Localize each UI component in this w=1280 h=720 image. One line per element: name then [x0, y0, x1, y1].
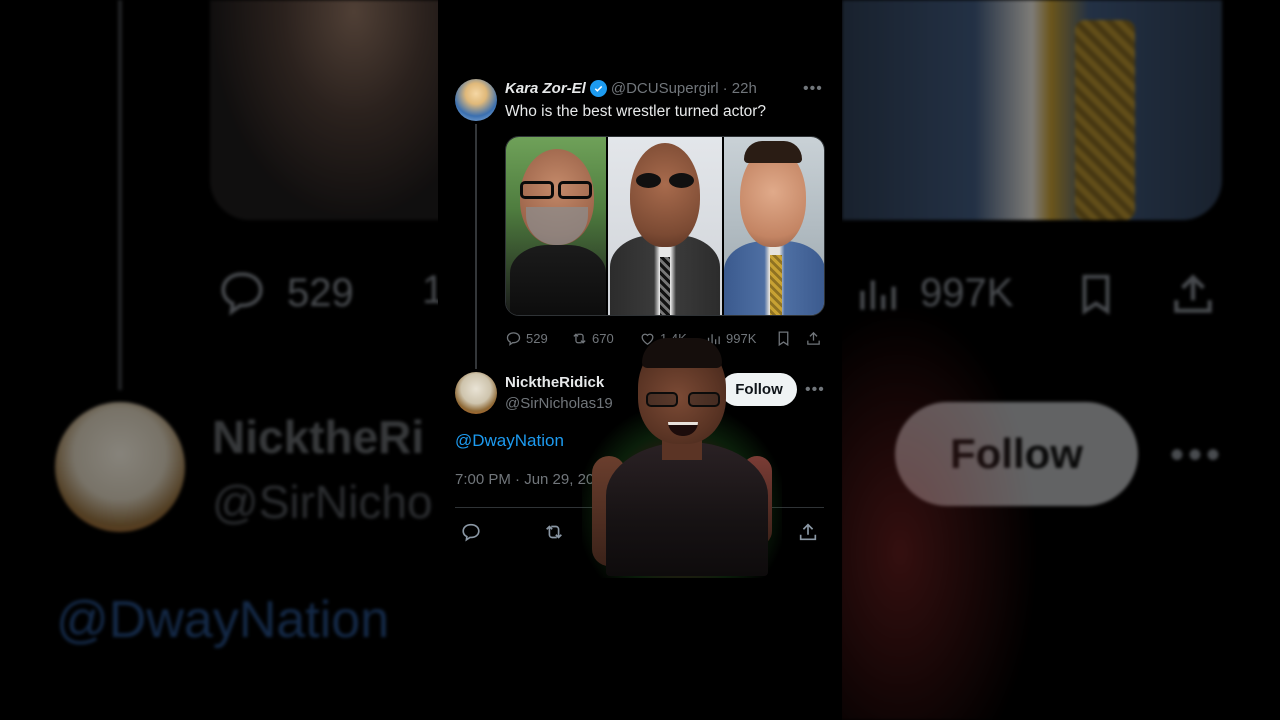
reply-mention-link[interactable]: @DwayNation [455, 431, 564, 451]
reply-author-avatar[interactable] [455, 372, 497, 414]
tweet-header: Kara Zor-El @DCUSupergirl · 22h [505, 80, 757, 97]
verified-badge-icon [589, 80, 607, 97]
tweet-text: Who is the best wrestler turned actor? [505, 103, 767, 120]
share-icon [807, 331, 820, 345]
reply-more-icon[interactable]: ••• [805, 381, 825, 399]
author-name[interactable]: Kara Zor-El [505, 80, 586, 97]
reactor-overlay [582, 338, 782, 578]
reply-action[interactable]: 529 [505, 330, 548, 347]
reply-author-name[interactable]: NicktheRidick [505, 374, 604, 391]
author-handle[interactable]: @DCUSupergirl [611, 80, 719, 97]
share-action[interactable] [805, 330, 822, 347]
reply-icon [506, 332, 521, 346]
glasses-icon [646, 392, 720, 408]
reply-icon[interactable] [460, 521, 482, 548]
repost-icon[interactable] [543, 521, 565, 548]
repost-icon [573, 333, 586, 344]
bookmark-action[interactable] [775, 330, 792, 347]
share-icon[interactable] [797, 521, 819, 548]
reply-count: 529 [526, 331, 548, 346]
reply-timestamp[interactable]: 7:00 PM · Jun 29, 20 [455, 471, 594, 488]
bookmark-icon [778, 331, 789, 347]
photo-wrestler-3[interactable] [723, 137, 824, 315]
tweet-more-icon[interactable]: ••• [803, 80, 823, 98]
photo-wrestler-2[interactable] [608, 137, 722, 315]
tweet-media[interactable] [505, 136, 825, 316]
tweet-time[interactable]: · 22h [723, 80, 757, 97]
thread-line [475, 124, 477, 369]
author-avatar[interactable] [455, 79, 497, 121]
photo-wrestler-1[interactable] [506, 137, 607, 315]
